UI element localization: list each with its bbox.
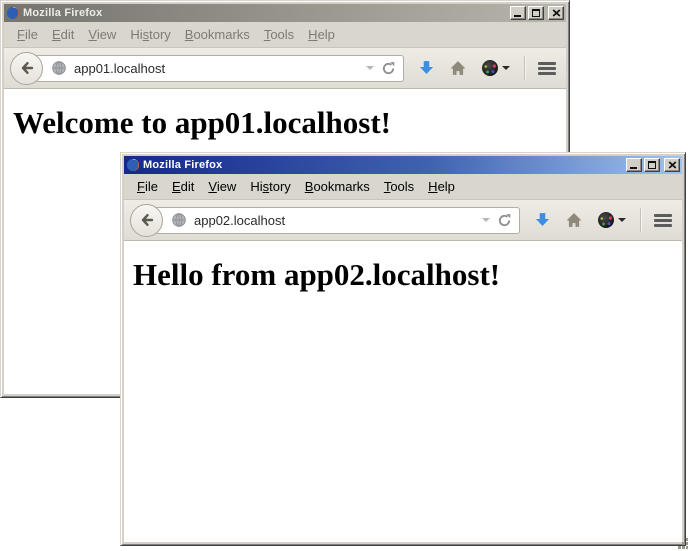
resize-grip-icon[interactable] xyxy=(678,538,681,541)
close-button[interactable] xyxy=(664,158,680,172)
menu-tools[interactable]: Tools xyxy=(257,25,301,44)
firefox-window-app02: Mozilla Firefox FileEditViewHistoryBookm… xyxy=(120,152,686,546)
download-button[interactable] xyxy=(534,212,551,228)
addon-dropdown-icon[interactable] xyxy=(502,66,510,70)
menu-bookmarks[interactable]: Bookmarks xyxy=(178,25,257,44)
addon-button[interactable] xyxy=(597,211,626,229)
back-button[interactable] xyxy=(130,204,163,237)
titlebar[interactable]: Mozilla Firefox xyxy=(4,4,566,22)
page-heading: Hello from app02.localhost! xyxy=(133,257,682,293)
back-icon xyxy=(139,212,155,228)
minimize-button[interactable] xyxy=(510,6,526,20)
addon-icon xyxy=(597,211,615,229)
window-title: Mozilla Firefox xyxy=(143,159,623,171)
back-button[interactable] xyxy=(10,52,43,85)
site-globe-icon[interactable] xyxy=(51,60,67,76)
navigation-toolbar: app02.localhost xyxy=(124,199,682,241)
minimize-button[interactable] xyxy=(626,158,642,172)
window-controls xyxy=(510,6,564,20)
home-button[interactable] xyxy=(565,212,583,228)
url-text[interactable]: app01.localhost xyxy=(74,61,359,76)
close-button[interactable] xyxy=(548,6,564,20)
download-icon xyxy=(534,212,551,228)
menu-button[interactable] xyxy=(654,214,672,227)
hamburger-menu-icon xyxy=(538,62,556,65)
menu-help[interactable]: Help xyxy=(421,177,462,196)
site-globe-icon[interactable] xyxy=(171,212,187,228)
toolbar-separator xyxy=(640,208,641,232)
menu-view[interactable]: View xyxy=(81,25,123,44)
home-icon xyxy=(565,212,583,228)
menu-edit[interactable]: Edit xyxy=(45,25,81,44)
url-bar[interactable]: app02.localhost xyxy=(146,207,520,234)
menu-tools[interactable]: Tools xyxy=(377,177,421,196)
minimize-icon xyxy=(630,167,637,169)
window-title: Mozilla Firefox xyxy=(23,7,507,19)
addon-icon xyxy=(481,59,499,77)
menubar: FileEditViewHistoryBookmarksToolsHelp xyxy=(124,174,682,199)
maximize-button[interactable] xyxy=(644,158,660,172)
menu-button[interactable] xyxy=(538,62,556,75)
navigation-toolbar: app01.localhost xyxy=(4,47,566,89)
home-icon xyxy=(449,60,467,76)
reload-icon xyxy=(497,213,512,228)
page-content: Hello from app02.localhost! xyxy=(124,241,682,542)
reload-button[interactable] xyxy=(381,61,396,76)
toolbar-separator xyxy=(524,56,525,80)
menu-history[interactable]: History xyxy=(243,177,297,196)
menu-file[interactable]: File xyxy=(10,25,45,44)
menu-file[interactable]: File xyxy=(130,177,165,196)
urlbar-dropdown-icon[interactable] xyxy=(366,66,374,70)
reload-icon xyxy=(381,61,396,76)
back-icon xyxy=(19,60,35,76)
download-icon xyxy=(418,60,435,76)
close-icon xyxy=(668,161,677,169)
url-text[interactable]: app02.localhost xyxy=(194,213,475,228)
menubar: FileEditViewHistoryBookmarksToolsHelp xyxy=(4,22,566,47)
addon-dropdown-icon[interactable] xyxy=(618,218,626,222)
firefox-logo-icon xyxy=(126,158,140,172)
hamburger-menu-icon xyxy=(654,214,672,217)
maximize-button[interactable] xyxy=(528,6,544,20)
menu-view[interactable]: View xyxy=(201,177,243,196)
menu-help[interactable]: Help xyxy=(301,25,342,44)
home-button[interactable] xyxy=(449,60,467,76)
download-button[interactable] xyxy=(418,60,435,76)
titlebar[interactable]: Mozilla Firefox xyxy=(124,156,682,174)
urlbar-dropdown-icon[interactable] xyxy=(482,218,490,222)
url-bar[interactable]: app01.localhost xyxy=(26,55,404,82)
page-heading: Welcome to app01.localhost! xyxy=(13,105,566,141)
close-icon xyxy=(552,9,561,17)
window-controls xyxy=(626,158,680,172)
menu-bookmarks[interactable]: Bookmarks xyxy=(298,177,377,196)
reload-button[interactable] xyxy=(497,213,512,228)
menu-history[interactable]: History xyxy=(123,25,177,44)
menu-edit[interactable]: Edit xyxy=(165,177,201,196)
maximize-icon xyxy=(532,9,540,17)
minimize-icon xyxy=(514,15,521,17)
maximize-icon xyxy=(648,161,656,169)
firefox-logo-icon xyxy=(6,6,20,20)
addon-button[interactable] xyxy=(481,59,510,77)
